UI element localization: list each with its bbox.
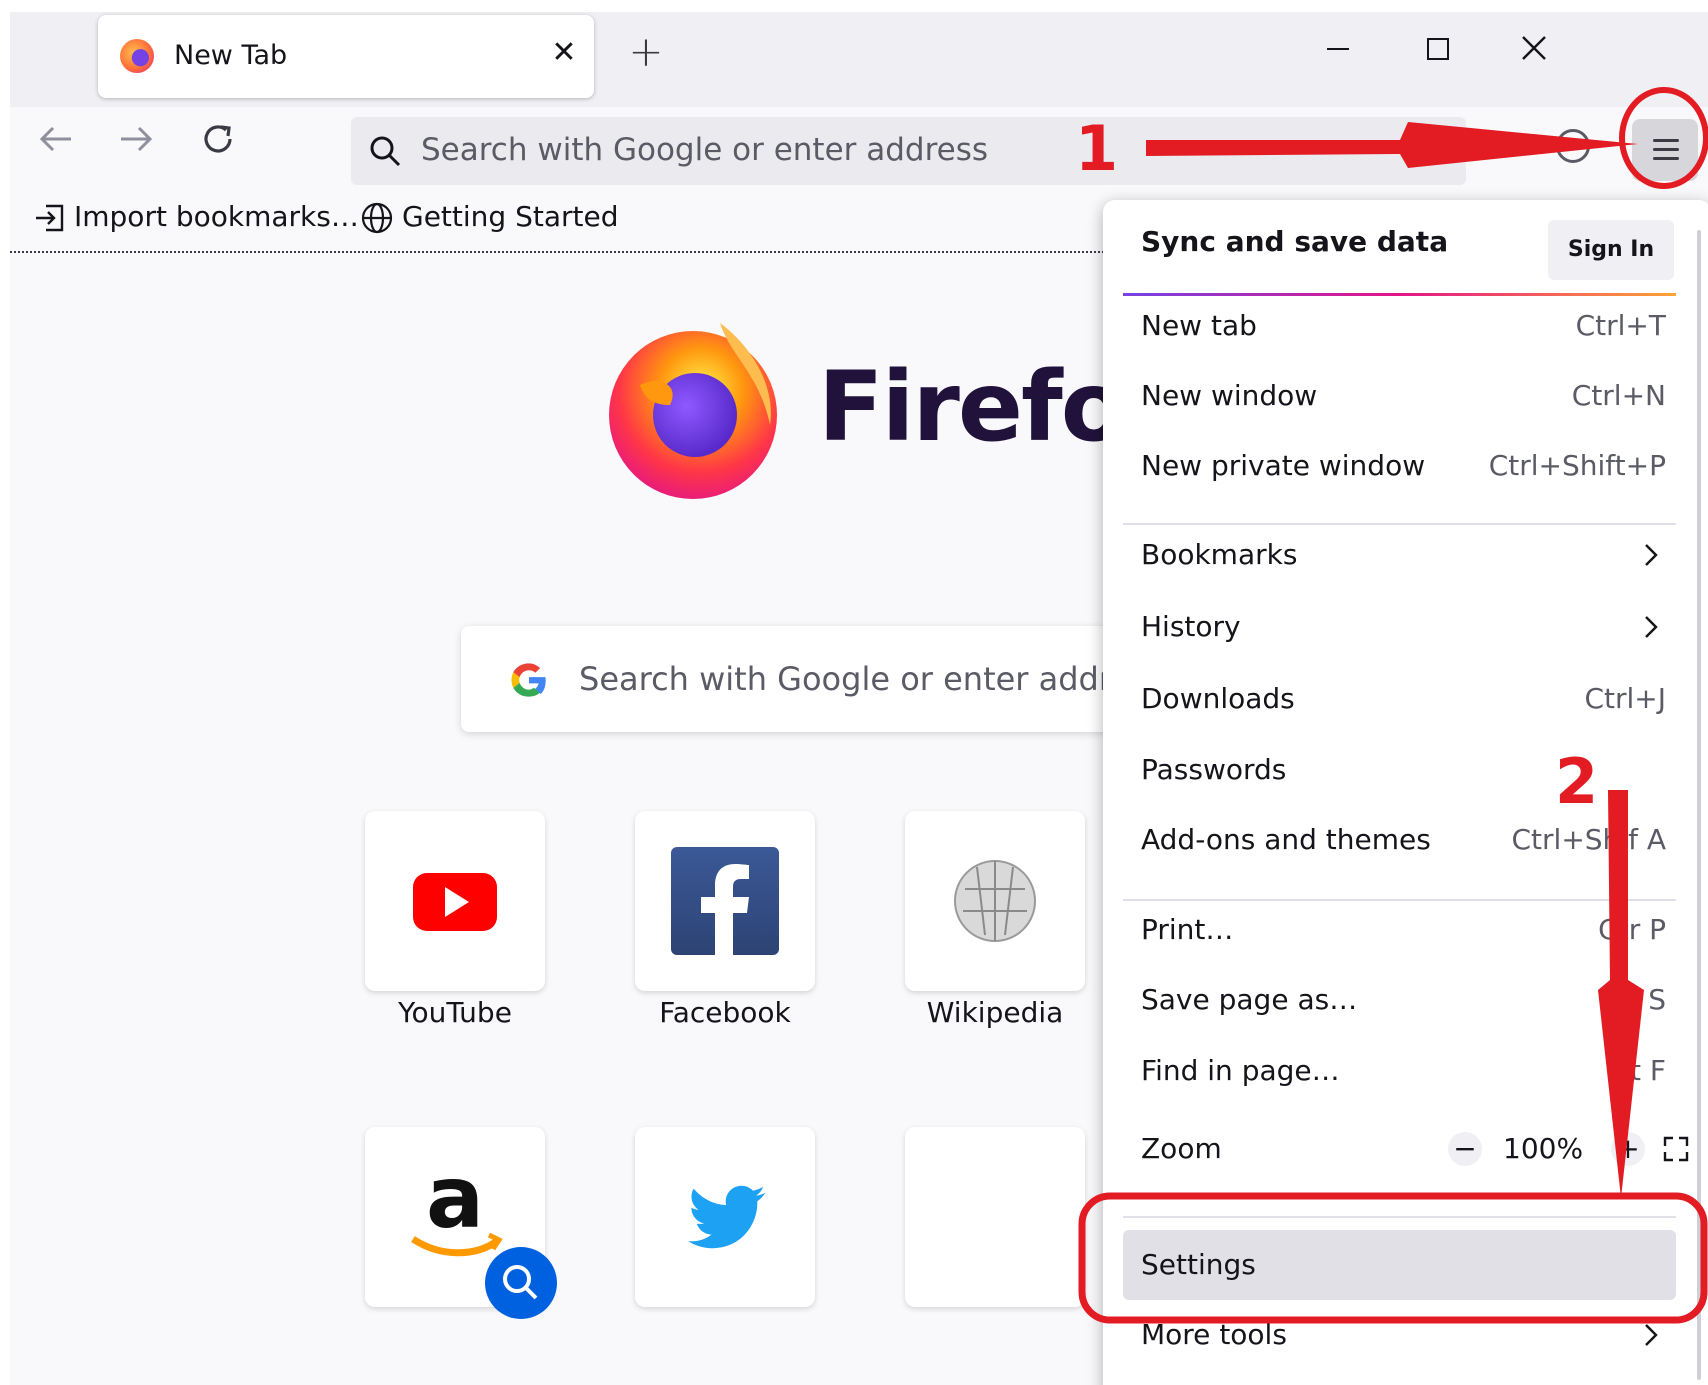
top-site-label: Facebook: [659, 996, 791, 1029]
firefox-icon: [120, 39, 154, 73]
svg-text:a: a: [426, 1148, 484, 1248]
menu-separator: [1123, 523, 1676, 525]
menu-item-bookmarks[interactable]: Bookmarks: [1141, 526, 1666, 584]
twitter-icon: [688, 1185, 765, 1249]
menu-item-label: Passwords: [1141, 753, 1287, 786]
annotation-box-settings: [1078, 1192, 1708, 1324]
close-tab-icon[interactable]: ✕: [546, 35, 582, 71]
minimize-button[interactable]: [1308, 26, 1368, 80]
close-icon: [1522, 36, 1546, 60]
wikipedia-icon: [954, 860, 1036, 942]
maximize-icon: [1427, 38, 1449, 60]
menu-item-label: Bookmarks: [1141, 538, 1298, 571]
reload-icon: [204, 125, 232, 153]
bookmark-getting-started[interactable]: Getting Started: [360, 199, 618, 235]
annotation-arrow-2: [1598, 790, 1644, 1198]
search-shortcut-badge: [485, 1247, 557, 1319]
sync-title: Sync and save data: [1141, 225, 1449, 258]
menu-item-label: Zoom: [1141, 1132, 1222, 1165]
menu-item-label: New private window: [1141, 449, 1426, 482]
menu-item-label: Print…: [1141, 913, 1234, 946]
menu-item-shortcut: Ctrl+J: [1584, 682, 1666, 715]
page-search-placeholder: Search with Google or enter address: [579, 660, 1165, 698]
forward-button[interactable]: [108, 119, 164, 175]
facebook-icon: [671, 847, 779, 955]
top-site-twitter[interactable]: [635, 1127, 815, 1307]
menu-item-new-private-window[interactable]: New private window Ctrl+Shift+P: [1141, 437, 1666, 495]
bookmark-import[interactable]: Import bookmarks…: [34, 199, 359, 235]
menu-item-label: History: [1141, 610, 1241, 643]
annotation-circle-menu: [1619, 87, 1708, 189]
minimize-icon: [1327, 48, 1349, 50]
bookmark-getting-started-label: Getting Started: [402, 200, 619, 233]
bookmark-import-label: Import bookmarks…: [74, 200, 359, 233]
tab-new-tab[interactable]: New Tab ✕: [98, 15, 594, 98]
chevron-right-icon: [1645, 616, 1658, 638]
top-site-empty[interactable]: [905, 1127, 1085, 1307]
tab-title: New Tab: [174, 40, 288, 71]
window-close-button[interactable]: [1504, 26, 1564, 80]
menu-item-new-tab[interactable]: New tab Ctrl+T: [1141, 297, 1666, 355]
annotation-arrow-1: [1146, 122, 1638, 168]
menu-item-shortcut: Ctrl+T: [1575, 309, 1666, 342]
back-arrow-icon: [39, 126, 71, 152]
reload-button[interactable]: [190, 119, 246, 175]
new-tab-button[interactable]: +: [622, 30, 670, 78]
zoom-out-button[interactable]: −: [1448, 1132, 1482, 1166]
top-site-wikipedia[interactable]: [905, 811, 1085, 991]
top-site-facebook[interactable]: [635, 811, 815, 991]
forward-arrow-icon: [121, 126, 153, 152]
browser-window: New Tab ✕ + Search with Google or enter …: [10, 12, 1708, 1385]
search-icon: [370, 136, 401, 167]
page-search-box[interactable]: Search with Google or enter address: [461, 626, 1165, 732]
tab-strip: New Tab ✕ +: [10, 12, 1708, 107]
top-site-youtube[interactable]: [365, 811, 545, 991]
menu-item-label: Add-ons and themes: [1141, 823, 1431, 856]
globe-icon: [361, 202, 393, 234]
annotation-step-1: 1: [1075, 112, 1119, 185]
firefox-logo: [609, 323, 777, 499]
menu-item-label: New window: [1141, 379, 1318, 412]
back-button[interactable]: [28, 119, 84, 175]
top-site-amazon[interactable]: a: [365, 1127, 557, 1319]
chevron-right-icon: [1645, 544, 1658, 566]
menu-item-label: Find in page…: [1141, 1054, 1340, 1087]
menu-item-label: New tab: [1141, 309, 1257, 342]
sync-divider: [1123, 293, 1676, 296]
sign-in-button[interactable]: Sign In: [1548, 220, 1674, 280]
menu-item-shortcut: Ctrl+N: [1571, 379, 1666, 412]
top-site-label: Wikipedia: [926, 996, 1064, 1029]
maximize-button[interactable]: [1408, 26, 1468, 80]
menu-item-new-window[interactable]: New window Ctrl+N: [1141, 367, 1666, 425]
menu-item-label: Downloads: [1141, 682, 1295, 715]
menu-item-shortcut: Ctrl+Shift+P: [1488, 449, 1666, 482]
zoom-level[interactable]: 100%: [1503, 1120, 1583, 1178]
menu-item-label: Save page as…: [1141, 983, 1358, 1016]
menu-item-history[interactable]: History: [1141, 598, 1666, 656]
search-icon: [503, 1265, 538, 1300]
import-icon: [36, 204, 64, 232]
top-site-label: YouTube: [398, 996, 512, 1029]
google-icon: [511, 663, 546, 697]
youtube-icon: [413, 873, 497, 931]
address-bar-placeholder: Search with Google or enter address: [421, 132, 989, 168]
menu-item-downloads[interactable]: Downloads Ctrl+J: [1141, 670, 1666, 728]
fullscreen-icon[interactable]: [1661, 1134, 1691, 1164]
